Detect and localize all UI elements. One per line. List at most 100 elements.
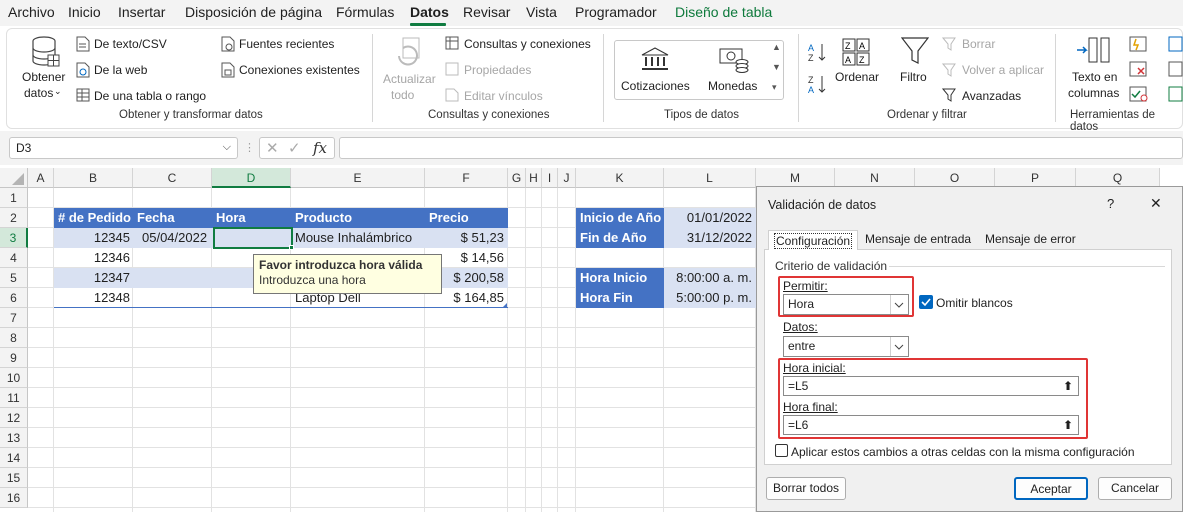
menu-formulas[interactable]: Fórmulas [336,4,394,20]
cotizaciones-button[interactable]: Cotizaciones [621,79,690,93]
sort-za-icon[interactable]: ZA [808,74,828,97]
row-header-13[interactable]: 13 [0,428,28,448]
table-cell[interactable]: 12345 [54,228,134,248]
row-header-14[interactable]: 14 [0,448,28,468]
filtro-button[interactable]: Filtro [900,70,927,84]
row-header-15[interactable]: 15 [0,468,28,488]
row-header-3[interactable]: 3 [0,228,28,248]
column-header-k[interactable]: K [576,168,664,188]
more-options-icon[interactable]: ⋮ [244,141,255,154]
param-label-hora-fin[interactable]: Hora Fin [576,288,664,308]
obtener-datos-label-1[interactable]: Obtener [22,70,65,84]
close-icon[interactable]: ✕ [1150,195,1162,212]
param-value-hora-inicio[interactable]: 8:00:00 a. m. [664,268,756,288]
conexiones-existentes-button[interactable]: Conexiones existentes [239,63,360,77]
texto-columnas-label-1[interactable]: Texto en [1072,70,1117,84]
column-header-e[interactable]: E [291,168,425,188]
param-value-fin[interactable]: 31/12/2022 [664,228,756,248]
name-box[interactable]: D3 ⌵ [9,137,238,159]
gallery-up-icon[interactable]: ▲ [772,42,781,52]
column-header-b[interactable]: B [54,168,133,188]
de-texto-csv-button[interactable]: De texto/CSV [94,37,167,51]
currency-icon[interactable] [718,46,750,77]
column-header-c[interactable]: C [133,168,212,188]
active-cell-d3[interactable] [213,227,293,249]
consolidate-icon[interactable] [1168,36,1183,55]
text-to-columns-icon[interactable] [1075,36,1111,69]
table-cell[interactable]: $ 51,23 [425,228,508,248]
column-header-m[interactable]: M [756,168,835,188]
chevron-down-icon[interactable]: ⌵ [223,141,231,154]
param-label-hora-inicio[interactable]: Hora Inicio [576,268,664,288]
de-tabla-rango-button[interactable]: De una tabla o rango [94,89,206,103]
data-model-icon[interactable] [1168,86,1183,105]
column-header-p[interactable]: P [995,168,1076,188]
tab-mensaje-error[interactable]: Mensaje de error [980,229,1081,249]
monedas-button[interactable]: Monedas [708,79,757,93]
row-header-7[interactable]: 7 [0,308,28,328]
row-header-9[interactable]: 9 [0,348,28,368]
menu-programador[interactable]: Programador [575,4,657,20]
menu-revisar[interactable]: Revisar [463,4,510,20]
remove-duplicates-icon[interactable] [1129,61,1147,80]
propiedades-button[interactable]: Propiedades [464,63,531,77]
menu-insertar[interactable]: Insertar [118,4,165,20]
column-header-i[interactable]: I [542,168,558,188]
menu-inicio[interactable]: Inicio [68,4,101,20]
avanzadas-button[interactable]: Avanzadas [962,89,1021,103]
column-header-q[interactable]: Q [1076,168,1160,188]
editar-vinculos-button[interactable]: Editar vínculos [464,89,543,103]
table-cell[interactable]: 12347 [54,268,134,288]
gallery-down-icon[interactable]: ▼ [772,62,781,72]
consultas-conexiones-button[interactable]: Consultas y conexiones [464,37,591,51]
texto-columnas-label-2[interactable]: columnas [1068,86,1119,100]
table-cell[interactable]: Mouse Inhalámbrico [291,228,426,248]
data-validation-icon[interactable] [1129,86,1149,105]
row-header-5[interactable]: 5 [0,268,28,288]
row-header-8[interactable]: 8 [0,328,28,348]
param-label-fin[interactable]: Fin de Año [576,228,664,248]
chevron-down-icon[interactable]: ⌄ [54,86,62,97]
filter-icon[interactable] [900,36,930,69]
actualizar-todo-label-2[interactable]: todo [391,88,414,102]
help-icon[interactable]: ? [1107,196,1114,211]
fuentes-recientes-button[interactable]: Fuentes recientes [239,37,334,51]
param-value-inicio[interactable]: 01/01/2022 [664,208,756,228]
tab-mensaje-entrada[interactable]: Mensaje de entrada [860,229,976,249]
table-header-hora[interactable]: Hora [212,208,292,228]
chevron-down-icon[interactable] [890,337,907,356]
flash-fill-icon[interactable] [1129,36,1147,55]
actualizar-todo-label-1[interactable]: Actualizar [383,72,436,86]
omitir-blancos-checkbox[interactable] [919,295,933,309]
table-header-producto[interactable]: Producto [291,208,426,228]
select-all-corner[interactable] [0,168,28,188]
tab-configuracion[interactable]: Configuración [768,230,859,250]
database-icon[interactable] [31,35,61,72]
table-cell[interactable]: 12346 [54,248,134,268]
menu-vista[interactable]: Vista [526,4,557,20]
insert-function-icon[interactable]: fx [313,139,327,157]
row-header-1[interactable]: 1 [0,188,28,208]
refresh-icon[interactable] [395,36,425,71]
column-header-l[interactable]: L [664,168,756,188]
row-header-4[interactable]: 4 [0,248,28,268]
column-header-n[interactable]: N [835,168,915,188]
borrar-todos-button[interactable]: Borrar todos [766,477,846,500]
aplicar-cambios-label[interactable]: Aplicar estos cambios a otras celdas con… [791,445,1135,459]
param-value-hora-fin[interactable]: 5:00:00 p. m. [664,288,756,308]
volver-aplicar-button[interactable]: Volver a aplicar [962,63,1044,77]
row-header-6[interactable]: 6 [0,288,28,308]
de-la-web-button[interactable]: De la web [94,63,147,77]
column-header-f[interactable]: F [425,168,508,188]
obtener-datos-label-2[interactable]: datos [24,86,53,100]
gallery-more-icon[interactable]: ▾ [772,82,777,93]
row-header-16[interactable]: 16 [0,488,28,508]
table-header-pedido[interactable]: # de Pedido [54,208,134,228]
menu-archivo[interactable]: Archivo [8,4,55,20]
menu-datos[interactable]: Datos [410,4,449,20]
menu-diseno-tabla[interactable]: Diseño de tabla [675,4,772,20]
aceptar-button[interactable]: Aceptar [1014,477,1088,500]
table-cell[interactable]: 12348 [54,288,134,308]
confirm-entry-icon[interactable]: ✓ [288,139,301,157]
table-resize-handle[interactable] [503,303,507,307]
